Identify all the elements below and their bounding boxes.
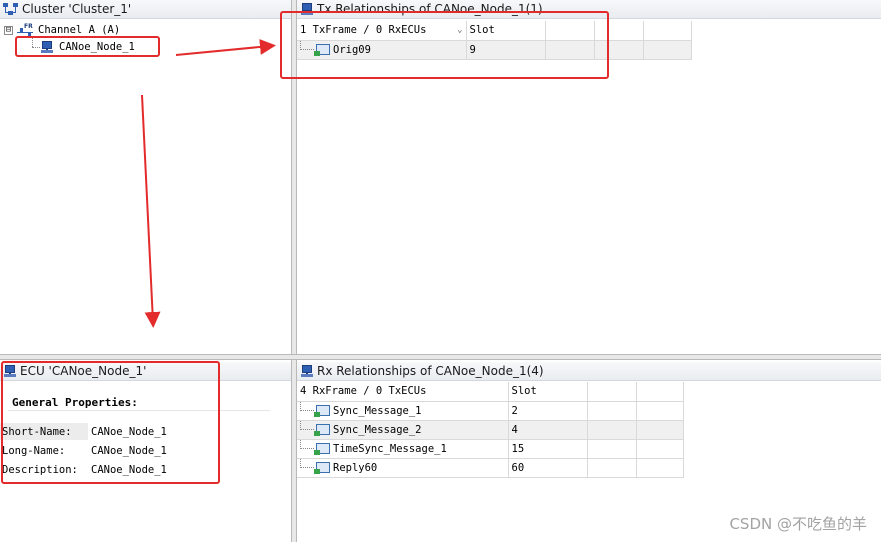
property-value[interactable]: CANoe_Node_1 [88, 464, 167, 476]
frame-name: Orig09 [333, 43, 371, 56]
cluster-pane-header: Cluster 'Cluster_1' [0, 0, 291, 19]
slot-cell[interactable]: 4 [508, 420, 588, 440]
tree-connector [300, 402, 314, 411]
tx-grid-header: 1 TxFrame / 0 RxECUs ⌄ Slot [297, 21, 692, 41]
property-label: Description: [2, 463, 78, 476]
node-label: CANoe_Node_1 [59, 41, 135, 53]
rx-pane-title: Rx Relationships of CANoe_Node_1(4) [317, 364, 544, 378]
watermark: CSDN @不吃鱼的羊 [729, 515, 867, 533]
ecu-icon [300, 364, 314, 378]
ecu-icon [40, 40, 54, 54]
tree-item-channel[interactable]: ⊟ FR Channel A (A) [4, 22, 120, 38]
cluster-pane: Cluster 'Cluster_1' ⊟ FR Channel A (A) C… [0, 0, 291, 354]
tx-pane-header: Tx Relationships of CANoe_Node_1(1) [297, 0, 881, 19]
empty-cell [636, 439, 684, 459]
empty-cell [587, 458, 637, 478]
frame-icon [314, 44, 330, 56]
tree-connector [300, 421, 314, 430]
property-row: Short-Name: CANoe_Node_1 [0, 423, 167, 440]
tree-connector [32, 47, 40, 48]
property-row: Description: CANoe_Node_1 [0, 461, 167, 478]
empty-cell [636, 458, 684, 478]
frame-icon [314, 462, 330, 474]
slot-cell[interactable]: 60 [508, 458, 588, 478]
frame-name: Sync_Message_2 [333, 423, 422, 436]
ecu-pane-title: ECU 'CANoe_Node_1' [20, 364, 147, 378]
property-value[interactable]: CANoe_Node_1 [88, 426, 167, 438]
empty-col-header [545, 21, 595, 41]
tx-pane-title: Tx Relationships of CANoe_Node_1(1) [317, 2, 543, 16]
table-row[interactable]: TimeSync_Message_1 15 [297, 439, 684, 459]
frame-name: TimeSync_Message_1 [333, 442, 447, 455]
tx-col-frames-header[interactable]: 1 TxFrame / 0 RxECUs ⌄ [297, 21, 467, 41]
rx-grid: 4 RxFrame / 0 TxECUs Slot Sync_Message_1… [297, 382, 684, 478]
table-row[interactable]: Orig09 9 [297, 40, 692, 60]
collapse-icon[interactable]: ⊟ [4, 25, 13, 35]
frame-name: Sync_Message_1 [333, 404, 422, 417]
table-row[interactable]: Sync_Message_2 4 [297, 420, 684, 440]
property-label: Short-Name: [0, 423, 88, 440]
rx-grid-header: 4 RxFrame / 0 TxECUs Slot [297, 382, 684, 402]
empty-cell [636, 420, 684, 440]
table-row[interactable]: Sync_Message_1 2 [297, 401, 684, 421]
tree-connector [300, 459, 314, 468]
rx-col-frames-header[interactable]: 4 RxFrame / 0 TxECUs [297, 382, 509, 402]
rx-pane-header: Rx Relationships of CANoe_Node_1(4) [297, 362, 881, 381]
frame-cell[interactable]: Sync_Message_1 [297, 401, 509, 421]
tx-col-slot-header[interactable]: Slot [466, 21, 546, 41]
frame-cell[interactable]: Orig09 [297, 40, 467, 60]
empty-cell [636, 401, 684, 421]
frame-icon [314, 405, 330, 417]
empty-cell [594, 40, 644, 60]
tree-item-node[interactable]: CANoe_Node_1 [40, 39, 135, 55]
empty-cell [587, 420, 637, 440]
frame-name: Reply60 [333, 461, 378, 474]
empty-cell [545, 40, 595, 60]
frame-cell[interactable]: Reply60 [297, 458, 509, 478]
ecu-pane: ECU 'CANoe_Node_1' General Properties: S… [0, 362, 291, 542]
section-divider [8, 410, 270, 411]
property-value[interactable]: CANoe_Node_1 [88, 445, 167, 457]
table-row[interactable]: Reply60 60 [297, 458, 684, 478]
tree-connector [32, 37, 33, 47]
channel-label: Channel A (A) [38, 24, 121, 36]
tree-connector [300, 440, 314, 449]
tx-grid: 1 TxFrame / 0 RxECUs ⌄ Slot Orig09 9 [297, 21, 692, 60]
rx-col-slot-header[interactable]: Slot [508, 382, 588, 402]
tree-connector [300, 41, 314, 50]
empty-col-header [636, 382, 684, 402]
empty-col-header [587, 382, 637, 402]
tx-col-frames-label: 1 TxFrame / 0 RxECUs [300, 24, 427, 37]
empty-cell [587, 401, 637, 421]
chevron-down-icon[interactable]: ⌄ [457, 25, 462, 35]
tx-pane: Tx Relationships of CANoe_Node_1(1) 1 Tx… [297, 0, 881, 354]
empty-col-header [594, 21, 644, 41]
cluster-pane-title: Cluster 'Cluster_1' [22, 2, 132, 16]
flexray-channel-icon: FR [17, 23, 35, 37]
slot-cell[interactable]: 2 [508, 401, 588, 421]
horizontal-splitter[interactable] [0, 354, 881, 360]
frame-cell[interactable]: Sync_Message_2 [297, 420, 509, 440]
ecu-icon [300, 2, 314, 16]
empty-col-header [643, 21, 692, 41]
slot-cell[interactable]: 9 [466, 40, 546, 60]
ecu-pane-header: ECU 'CANoe_Node_1' [0, 362, 291, 381]
frame-cell[interactable]: TimeSync_Message_1 [297, 439, 509, 459]
frame-icon [314, 424, 330, 436]
property-label: Long-Name: [2, 444, 66, 457]
cluster-icon [3, 2, 19, 16]
section-title: General Properties: [12, 396, 138, 409]
empty-cell [587, 439, 637, 459]
ecu-icon [3, 364, 17, 378]
slot-cell[interactable]: 15 [508, 439, 588, 459]
empty-cell [643, 40, 692, 60]
property-row: Long-Name: CANoe_Node_1 [0, 442, 167, 459]
frame-icon [314, 443, 330, 455]
